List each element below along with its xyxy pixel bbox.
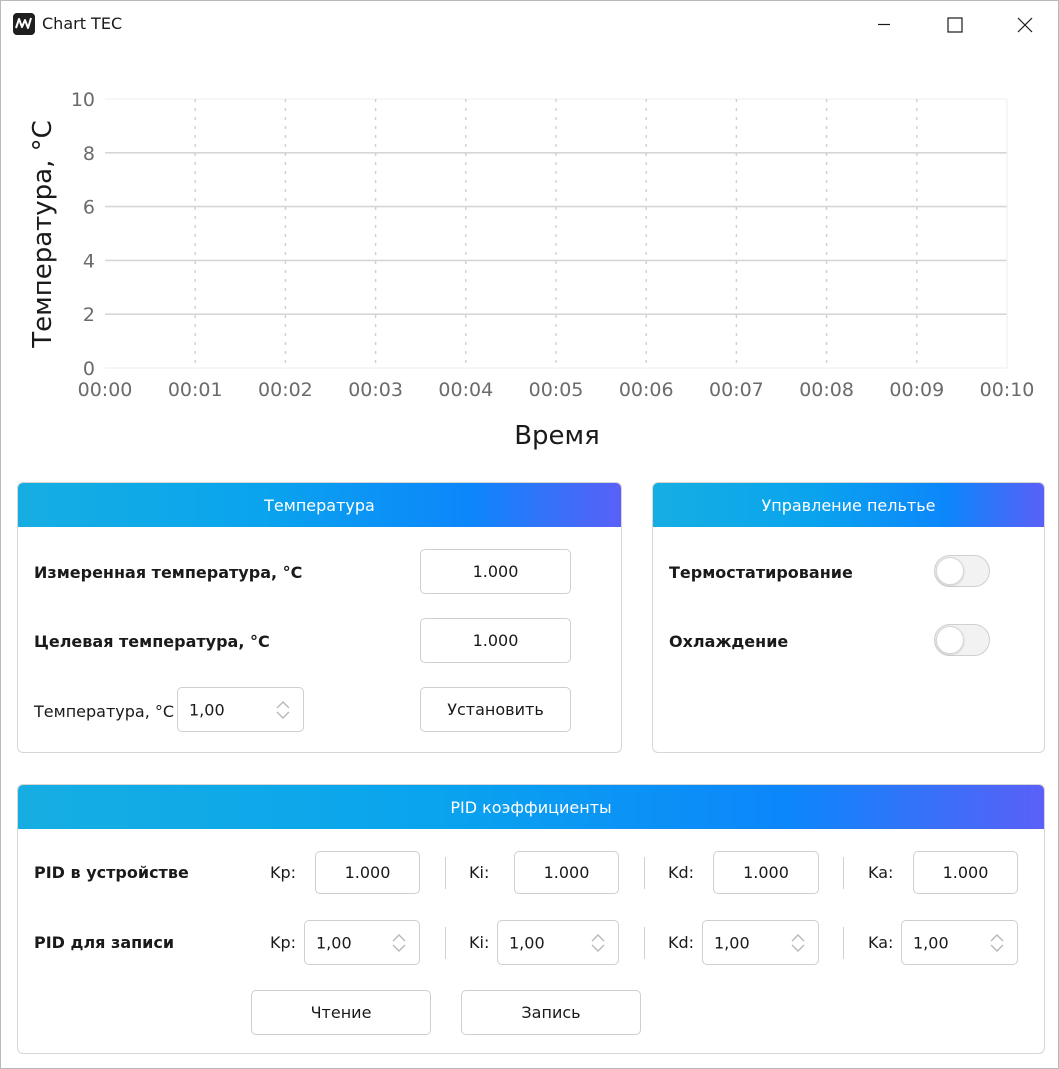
ki-device-label: Ki: [469,863,490,882]
chart-x-tick-label: 00:08 [799,379,854,401]
chart-y-tick-label: 8 [83,143,95,165]
pid-separator [843,927,844,959]
chart-y-tick-label: 6 [83,197,95,219]
kd-device-label: Kd: [668,863,695,882]
chart-x-tick-label: 00:02 [258,379,313,401]
pid-device-label: PID в устройстве [34,863,189,882]
set-temperature-input[interactable]: 1,00 [189,700,225,719]
measured-temperature-label: Измеренная температура, °C [34,563,303,582]
ki-write-input[interactable]: 1,00 [509,933,545,952]
set-temperature-button[interactable]: Установить [420,687,571,732]
kp-device-value: 1.000 [315,851,420,894]
cooling-toggle-knob [936,626,964,654]
chart-x-tick-label: 00:10 [980,379,1035,401]
ki-device-value: 1.000 [514,851,619,894]
title-bar[interactable]: Chart TEC [1,1,1058,47]
cooling-toggle[interactable] [934,624,990,656]
peltier-panel-header: Управление пельтье [653,483,1044,527]
ki-write-label: Ki: [469,933,490,952]
temperature-chart[interactable]: 0 2 4 6 8 10 00:00 00:01 00:02 00:03 00:04 00:05 00:… [1,47,1058,467]
app-window: Chart TEC 0 2 4 6 8 10 00:00 00:01 00:02 00:03 00:… [0,0,1059,1069]
read-pid-button[interactable]: Чтение [251,990,431,1035]
peltier-panel-title: Управление пельтье [761,495,936,515]
kd-write-spinbox[interactable]: 1,00 [702,920,819,965]
maximize-button[interactable] [919,1,989,47]
chart-y-tick-label: 0 [83,358,95,380]
close-icon [1017,17,1033,33]
ka-write-spinbox[interactable]: 1,00 [901,920,1018,965]
kp-device-label: Kp: [270,863,297,882]
pid-panel-header: PID коэффициенты [18,785,1044,829]
target-temperature-value: 1.000 [420,618,571,663]
kd-device-value: 1.000 [713,851,819,894]
temperature-panel-title: Температура [264,495,375,515]
chart-canvas: 0 2 4 6 8 10 00:00 00:01 00:02 00:03 00:04 00:05 00:… [28,89,1035,451]
ka-write-input[interactable]: 1,00 [913,933,949,952]
target-temperature-label: Целевая температура, °C [34,632,270,651]
spin-arrows-icon[interactable] [790,931,806,955]
pid-separator [644,927,645,959]
pid-write-label: PID для записи [34,933,175,952]
chart-x-tick-label: 00:05 [529,379,584,401]
pid-separator [644,857,645,889]
chart-x-tick-label: 00:03 [348,379,403,401]
app-logo-icon [13,13,35,35]
close-button[interactable] [989,1,1059,47]
temperature-panel-header: Температура [18,483,621,527]
spin-arrows-icon[interactable] [989,931,1005,955]
chart-x-tick-label: 00:07 [709,379,764,401]
chart-x-tick-label: 00:04 [438,379,493,401]
peltier-control-panel: Управление пельтье Термостатирование Охл… [652,482,1045,753]
pid-coefficients-panel: PID коэффициенты PID в устройстве PID дл… [17,784,1045,1054]
measured-temperature-value: 1.000 [420,549,571,594]
temperature-panel: Температура Измеренная температура, °C 1… [17,482,622,753]
ka-device-value: 1.000 [913,851,1018,894]
pid-separator [843,857,844,889]
pid-panel-title: PID коэффициенты [450,797,612,817]
cooling-label: Охлаждение [669,632,789,651]
kp-write-input[interactable]: 1,00 [316,933,352,952]
minimize-button[interactable] [849,1,919,47]
set-temperature-label: Температура, °C [34,702,175,721]
chart-y-axis-label: Температура, °C [28,120,58,349]
spin-arrows-icon[interactable] [590,931,606,955]
kd-write-label: Kd: [668,933,695,952]
pid-separator [445,927,446,959]
write-pid-button[interactable]: Запись [461,990,641,1035]
set-temperature-spinbox[interactable]: 1,00 [177,687,304,732]
thermostat-label: Термостатирование [669,563,853,582]
chart-y-tick-label: 2 [83,304,95,326]
chart-x-tick-label: 00:06 [619,379,674,401]
chart-x-tick-label: 00:01 [168,379,223,401]
chart-y-tick-label: 4 [83,250,95,272]
kp-write-label: Kp: [270,933,297,952]
ka-device-label: Ka: [868,863,894,882]
spin-arrows-icon[interactable] [275,698,291,722]
chart-x-tick-label: 00:00 [78,379,133,401]
maximize-icon [947,17,963,33]
pid-separator [445,857,446,889]
kp-write-spinbox[interactable]: 1,00 [304,920,420,965]
ki-write-spinbox[interactable]: 1,00 [497,920,619,965]
spin-arrows-icon[interactable] [391,931,407,955]
window-title: Chart TEC [42,14,123,33]
minimize-icon [878,23,890,26]
chart-y-tick-label: 10 [71,89,95,111]
chart-x-axis-label: Время [514,421,600,451]
chart-x-tick-label: 00:09 [889,379,944,401]
thermostat-toggle-knob [936,557,964,585]
kd-write-input[interactable]: 1,00 [714,933,750,952]
ka-write-label: Ka: [868,933,894,952]
thermostat-toggle[interactable] [934,555,990,587]
